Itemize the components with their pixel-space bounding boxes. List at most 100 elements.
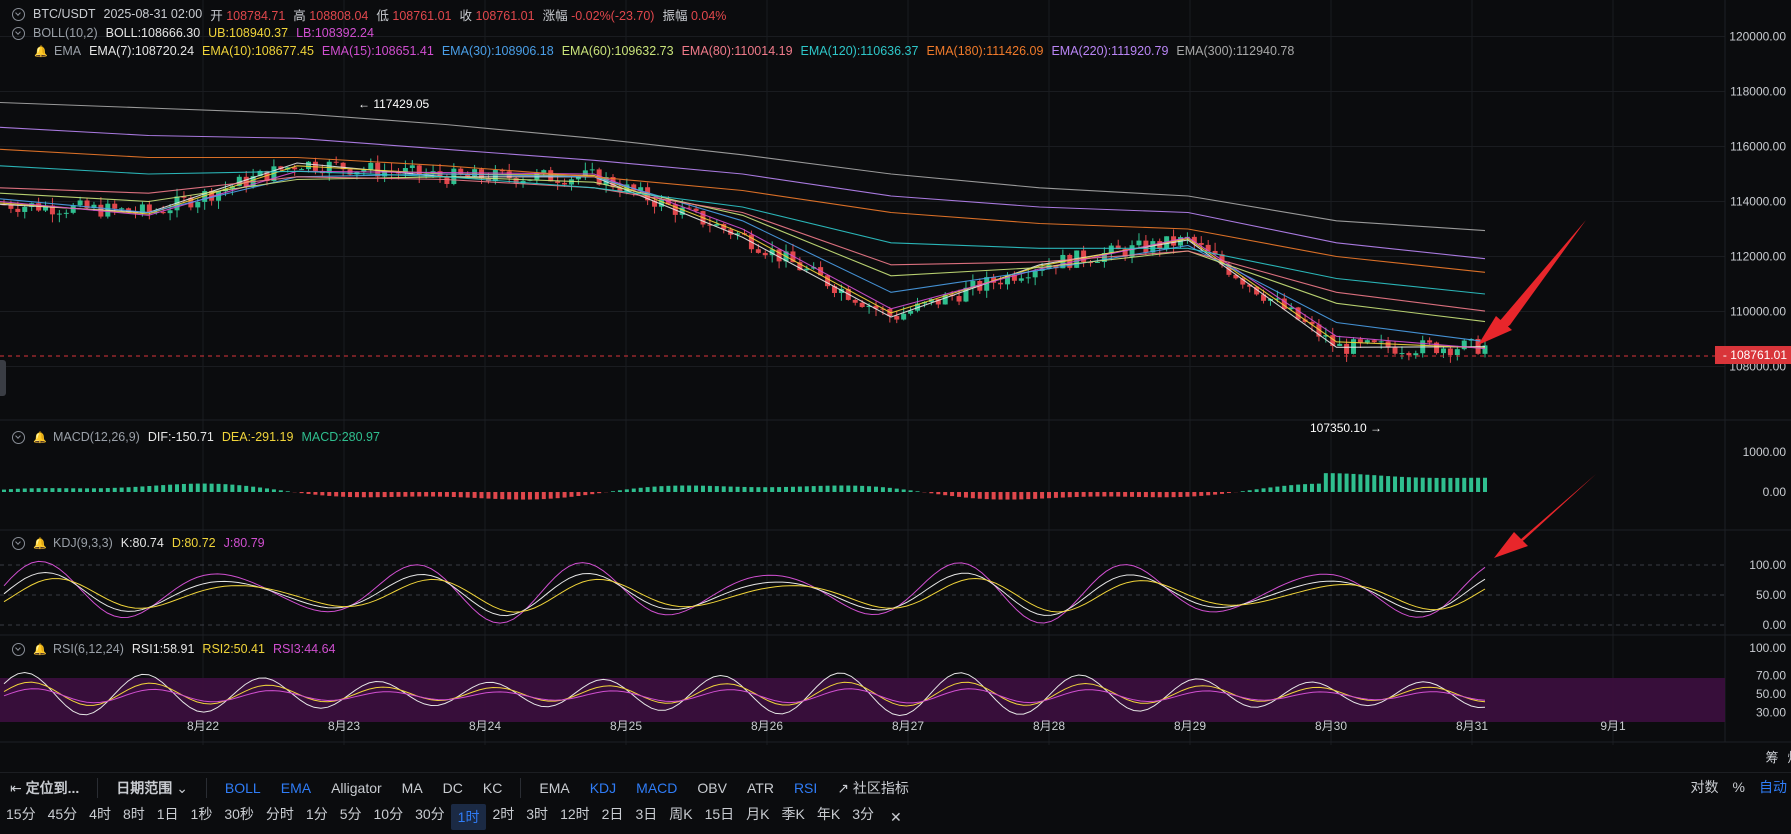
kdj-legend: 🔔 KDJ(9,3,3) K:80.74 D:80.72 J:80.79 (12, 534, 265, 552)
macd-value: MACD:280.97 (301, 430, 380, 444)
macd-bar (216, 483, 221, 492)
macd-bar (465, 492, 470, 498)
boll-mid: BOLL:108666.30 (105, 26, 201, 40)
log-scale-toggle[interactable]: 对数 (1691, 777, 1719, 797)
chevron-down-icon: ⌄ (176, 780, 188, 796)
collapse-icon[interactable] (12, 26, 25, 40)
sub-indicator-obv[interactable]: OBV (687, 780, 737, 796)
interval-option[interactable]: 30秒 (218, 804, 260, 830)
main-indicator-alligator[interactable]: Alligator (321, 780, 392, 796)
interval-option[interactable]: 1日 (151, 804, 185, 830)
interval-option[interactable]: 12时 (554, 804, 596, 830)
main-indicator-dc[interactable]: DC (433, 780, 473, 796)
side-panel-handle[interactable] (0, 360, 6, 396)
collapse-icon[interactable] (12, 536, 25, 550)
interval-option[interactable]: 3时 (520, 804, 554, 830)
macd-bar (770, 487, 775, 492)
macd-bar (396, 492, 401, 497)
interval-option[interactable]: 45分 (42, 804, 84, 830)
macd-bar (707, 485, 712, 492)
main-indicator-ma[interactable]: MA (392, 780, 433, 796)
interval-option[interactable]: 分时 (260, 804, 300, 830)
sub-indicator-rsi[interactable]: RSI (784, 780, 827, 796)
interval-option[interactable]: 4时 (83, 804, 117, 830)
candle-body (894, 316, 900, 320)
macd-bar (583, 492, 588, 496)
macd-bar (1309, 483, 1314, 492)
interval-option[interactable]: 2时 (486, 804, 520, 830)
macd-bar (1060, 492, 1065, 498)
bell-icon[interactable]: 🔔 (33, 643, 47, 656)
macd-bar (873, 486, 878, 492)
macd-bar (1455, 477, 1460, 492)
interval-option[interactable]: 3分 (846, 804, 880, 830)
current-price-value: 108761.01 (1730, 348, 1787, 362)
sub-indicator-macd[interactable]: MACD (626, 780, 687, 796)
date-range-button[interactable]: 日期范围 ⌄ (106, 778, 198, 798)
macd-bar (1081, 492, 1086, 497)
collapse-icon[interactable] (12, 7, 25, 21)
macd-bar (880, 487, 885, 492)
interval-option[interactable]: 5分 (334, 804, 368, 830)
interval-option[interactable]: 季K (776, 804, 811, 830)
macd-bar (105, 488, 110, 492)
macd-bar (728, 486, 733, 492)
interval-option[interactable]: 2日 (596, 804, 630, 830)
interval-option[interactable]: 年K (811, 804, 846, 830)
interval-option[interactable]: 周K (663, 804, 698, 830)
macd-bar (1130, 492, 1135, 497)
main-indicator-boll[interactable]: BOLL (215, 780, 271, 796)
bell-icon[interactable]: 🔔 (33, 537, 47, 550)
interval-option[interactable]: 15分 (0, 804, 42, 830)
interval-option[interactable]: 月K (740, 804, 775, 830)
interval-option[interactable]: 1分 (300, 804, 334, 830)
macd-bar (514, 492, 519, 500)
main-indicator-kc[interactable]: KC (473, 780, 512, 796)
macd-bar (1462, 477, 1467, 492)
arrow-kdj-head-icon (1494, 532, 1528, 558)
interval-option[interactable]: 30分 (409, 804, 451, 830)
macd-bar (666, 485, 671, 492)
macd-bar (617, 490, 622, 492)
interval-option[interactable]: 15日 (699, 804, 741, 830)
sub-indicator-atr[interactable]: ATR (737, 780, 784, 796)
sub-indicator-ema[interactable]: EMA (529, 780, 579, 796)
macd-bar (299, 492, 304, 494)
interval-option[interactable]: 10分 (368, 804, 410, 830)
date-tick-label: 9月1 (1600, 719, 1626, 733)
community-indicators-button[interactable]: ↗ 社区指标 (827, 778, 919, 798)
right-edge-label: 烟 (1787, 751, 1791, 766)
interval-option[interactable]: 3日 (629, 804, 663, 830)
macd-bar (936, 492, 941, 495)
main-indicator-ema[interactable]: EMA (271, 780, 321, 796)
close-icon[interactable]: ✕ (880, 809, 912, 826)
collapse-icon[interactable] (12, 430, 25, 444)
bell-icon[interactable]: 🔔 (33, 431, 47, 444)
locate-button[interactable]: ⇤ 定位到... (0, 778, 89, 798)
sub-indicator-kdj[interactable]: KDJ (580, 780, 626, 796)
macd-bar (354, 492, 359, 498)
interval-option[interactable]: 8时 (117, 804, 151, 830)
macd-bar (175, 484, 180, 492)
macd-bar (763, 487, 768, 492)
price-tick-label: 110000.00 (1730, 305, 1786, 319)
candle-body (541, 170, 547, 173)
kdj-tick-label: 0.00 (1763, 618, 1787, 632)
chart-canvas[interactable]: 1000.00 0.00 100.00 50.00 0.00 100.00 70.00 50.… (0, 0, 1791, 834)
macd-bar (133, 486, 138, 492)
interval-option[interactable]: 1秒 (185, 804, 219, 830)
collapse-icon[interactable] (12, 642, 25, 656)
bell-icon[interactable]: 🔔 (34, 45, 48, 58)
macd-bar (1399, 476, 1404, 492)
candle-body (555, 181, 561, 183)
rsi-tick-label: 50.00 (1756, 687, 1786, 701)
auto-scale-toggle[interactable]: 自动 (1759, 777, 1787, 797)
interval-option[interactable]: 1时 (450, 804, 487, 830)
macd-bar (500, 492, 505, 500)
macd-bar (1275, 486, 1280, 492)
macd-bar (1406, 477, 1411, 492)
rsi-3: RSI3:44.64 (272, 642, 336, 656)
macd-bar (271, 489, 276, 492)
percent-scale-toggle[interactable]: % (1733, 779, 1745, 795)
candle-body (416, 165, 422, 176)
